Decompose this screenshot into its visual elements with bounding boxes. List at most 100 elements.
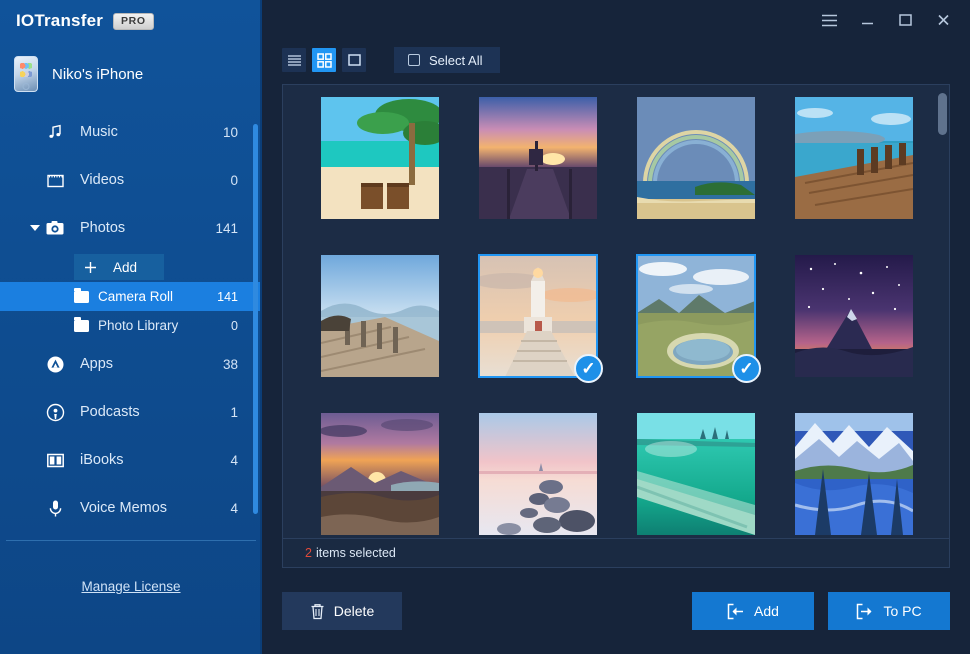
photo-thumb-misty-lake-dock[interactable] xyxy=(321,255,439,377)
sidebar-item-label: Podcasts xyxy=(80,404,230,420)
add-photos-button[interactable]: Add xyxy=(74,254,164,280)
gallery-scrollbar[interactable] xyxy=(938,88,947,543)
gallery-toolbar: Select All xyxy=(262,40,970,80)
iotransfer-window: IOTransfer PRO Niko's iPhone Music 10 xyxy=(0,0,970,654)
manage-license-link[interactable]: Manage License xyxy=(0,579,262,594)
music-note-icon xyxy=(44,121,66,143)
photo-grid: ✓ xyxy=(283,85,949,538)
minimize-button[interactable] xyxy=(850,6,884,34)
folder-icon xyxy=(74,291,89,303)
main-panel: Select All xyxy=(262,0,970,654)
pro-badge: PRO xyxy=(113,13,154,30)
title-bar xyxy=(262,0,970,40)
add-photos-label: Add xyxy=(113,260,137,275)
sidebar-item-label: Apps xyxy=(80,356,223,372)
status-bar: 2 items selected xyxy=(283,538,949,567)
photo-thumb-crater-lake-meadow[interactable]: ✓ xyxy=(637,255,755,377)
photo-image xyxy=(795,413,913,535)
podcast-icon xyxy=(44,401,66,423)
brand-name: IOTransfer xyxy=(16,11,103,31)
video-clapper-icon xyxy=(44,169,66,191)
sidebar-item-ibooks[interactable]: iBooks 4 xyxy=(0,436,262,484)
sidebar-scrollbar[interactable] xyxy=(253,124,258,514)
sidebar-item-music[interactable]: Music 10 xyxy=(0,108,262,156)
selected-checkmark-icon[interactable]: ✓ xyxy=(574,354,603,383)
sidebar-item-label: Music xyxy=(80,124,223,140)
photo-thumb-lighthouse-pathway[interactable]: ✓ xyxy=(479,255,597,377)
iphone-icon xyxy=(14,56,38,92)
sidebar-subitem-count: 141 xyxy=(217,290,238,304)
close-icon xyxy=(936,13,951,27)
sidebar-nav: Music 10 Videos 0 xyxy=(0,108,262,532)
sidebar-item-count: 38 xyxy=(223,357,238,372)
photo-thumb-pink-sea-rocks[interactable] xyxy=(479,413,597,535)
gallery-scrollbar-thumb[interactable] xyxy=(938,93,947,135)
sidebar-item-camera-roll[interactable]: Camera Roll 141 xyxy=(0,282,262,311)
list-icon xyxy=(287,54,302,67)
sidebar-item-count: 4 xyxy=(230,453,238,468)
sidebar-item-apps[interactable]: Apps 38 xyxy=(0,340,262,388)
select-all-button[interactable]: Select All xyxy=(394,47,500,73)
photo-image xyxy=(479,97,597,219)
sidebar-subitem-label: Camera Roll xyxy=(98,289,217,304)
sidebar-item-podcasts[interactable]: Podcasts 1 xyxy=(0,388,262,436)
list-view-button[interactable] xyxy=(282,48,306,72)
delete-label: Delete xyxy=(334,603,374,619)
close-button[interactable] xyxy=(926,6,960,34)
sidebar-item-label: Videos xyxy=(80,172,230,188)
maximize-icon xyxy=(898,13,913,27)
action-bar: Delete Add To PC xyxy=(262,568,970,654)
maximize-button[interactable] xyxy=(888,6,922,34)
photo-image xyxy=(321,97,439,219)
select-all-checkbox[interactable] xyxy=(408,54,420,66)
photo-image xyxy=(795,97,913,219)
grid-view-button[interactable] xyxy=(312,48,336,72)
sidebar-item-count: 1 xyxy=(230,405,238,420)
trash-icon xyxy=(310,603,325,620)
photo-image xyxy=(795,255,913,377)
camera-icon xyxy=(44,217,66,239)
menu-icon xyxy=(821,14,838,27)
single-icon xyxy=(347,53,362,67)
selected-checkmark-icon[interactable]: ✓ xyxy=(732,354,761,383)
photo-thumb-mountain-sunrise[interactable] xyxy=(321,413,439,535)
sidebar-item-videos[interactable]: Videos 0 xyxy=(0,156,262,204)
grid-icon xyxy=(317,53,332,68)
to-pc-button[interactable]: To PC xyxy=(828,592,950,630)
device-name: Niko's iPhone xyxy=(52,66,143,83)
chevron-down-icon[interactable] xyxy=(30,225,40,231)
photo-thumb-wooden-dock-bay[interactable] xyxy=(795,97,913,219)
add-button[interactable]: Add xyxy=(692,592,814,630)
selected-count: 2 xyxy=(305,546,312,560)
sidebar-item-label: Voice Memos xyxy=(80,500,230,516)
menu-button[interactable] xyxy=(812,6,846,34)
plus-icon xyxy=(84,261,97,274)
photo-image xyxy=(321,255,439,377)
sidebar-subitem-count: 0 xyxy=(231,319,238,333)
photo-thumb-starry-night-mountain[interactable] xyxy=(795,255,913,377)
import-icon xyxy=(727,603,745,620)
gallery-panel: ✓ xyxy=(282,84,950,568)
export-icon xyxy=(856,603,874,620)
photo-thumb-snowy-mountain-lake[interactable] xyxy=(795,413,913,535)
sidebar-item-photos[interactable]: Photos 141 xyxy=(0,204,262,252)
sidebar-item-count: 10 xyxy=(223,125,238,140)
apps-icon xyxy=(44,353,66,375)
large-view-button[interactable] xyxy=(342,48,366,72)
photo-image xyxy=(637,413,755,535)
photo-thumb-green-sea-causeway[interactable] xyxy=(637,413,755,535)
photo-image xyxy=(479,413,597,535)
photo-thumb-pier-at-sunset[interactable] xyxy=(479,97,597,219)
sidebar-item-photo-library[interactable]: Photo Library 0 xyxy=(0,311,262,340)
sidebar-item-label: iBooks xyxy=(80,452,230,468)
delete-button[interactable]: Delete xyxy=(282,592,402,630)
photo-image xyxy=(637,97,755,219)
photo-thumb-rainbow-over-beach[interactable] xyxy=(637,97,755,219)
device-row[interactable]: Niko's iPhone xyxy=(0,42,262,108)
folder-icon xyxy=(74,320,89,332)
add-label: Add xyxy=(754,603,779,619)
sidebar-item-count: 141 xyxy=(215,221,238,236)
microphone-icon xyxy=(44,497,66,519)
photo-thumb-beach-chairs-palm-tree[interactable] xyxy=(321,97,439,219)
sidebar-item-voice-memos[interactable]: Voice Memos 4 xyxy=(0,484,262,532)
